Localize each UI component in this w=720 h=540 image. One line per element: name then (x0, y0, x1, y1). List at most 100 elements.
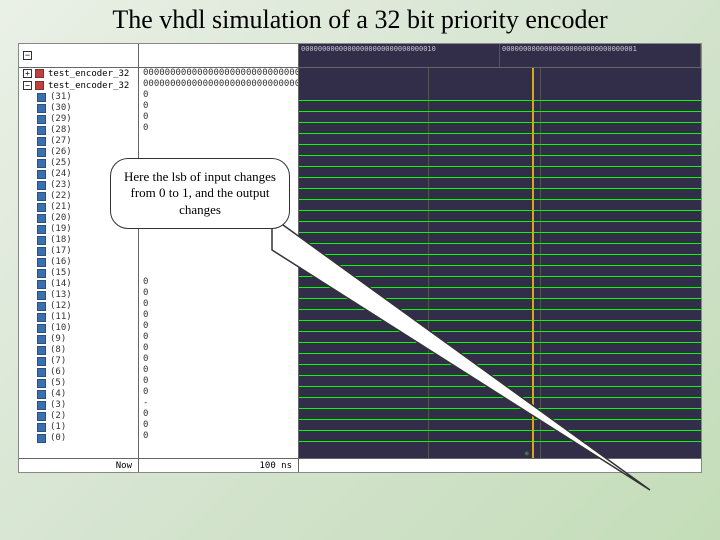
signal-row[interactable]: (0) (19, 433, 138, 444)
signal-icon (37, 346, 46, 355)
expand-icon[interactable]: + (23, 69, 32, 78)
value-cell (139, 134, 298, 145)
tree-header: − (19, 44, 139, 67)
signal-name: (0) (50, 433, 66, 443)
signal-row[interactable]: (7) (19, 356, 138, 367)
signal-name: (25) (50, 158, 72, 168)
signal-row[interactable]: (26) (19, 147, 138, 158)
waveform-trace (299, 111, 701, 112)
signal-icon (37, 313, 46, 322)
waveform-trace (299, 100, 701, 101)
callout-pointer (270, 215, 670, 515)
signal-icon (37, 93, 46, 102)
signal-name: (7) (50, 356, 66, 366)
signal-icon (37, 159, 46, 168)
signal-row[interactable]: (27) (19, 136, 138, 147)
signal-icon (37, 258, 46, 267)
signal-icon (37, 269, 46, 278)
signal-row[interactable]: (12) (19, 301, 138, 312)
signal-icon (37, 302, 46, 311)
collapse-icon[interactable]: − (23, 51, 32, 60)
signal-icon (37, 423, 46, 432)
signal-name: (6) (50, 367, 66, 377)
signal-group[interactable]: +test_encoder_32 (19, 68, 138, 80)
value-cell: 0 (139, 101, 298, 112)
signal-icon (37, 291, 46, 300)
waveform-trace (299, 133, 701, 134)
expand-icon[interactable]: − (23, 81, 32, 90)
signal-row[interactable]: (31) (19, 92, 138, 103)
waveform-trace (299, 188, 701, 189)
signal-name: (19) (50, 224, 72, 234)
signal-row[interactable]: (28) (19, 125, 138, 136)
signal-icon (37, 148, 46, 157)
signal-icon (37, 379, 46, 388)
signal-icon (37, 181, 46, 190)
value-cell: 00000000000000000000000000000100 (139, 79, 298, 90)
signal-name: (28) (50, 125, 72, 135)
signal-name: (9) (50, 334, 66, 344)
bus-icon (35, 69, 44, 78)
signal-name: (14) (50, 279, 72, 289)
waveform-trace (299, 199, 701, 200)
signal-icon (37, 225, 46, 234)
signal-row[interactable]: (18) (19, 235, 138, 246)
value-cell: 0 (139, 90, 298, 101)
signal-name: (26) (50, 147, 72, 157)
signal-name: (3) (50, 400, 66, 410)
waveform-trace (299, 166, 701, 167)
signal-name: (22) (50, 191, 72, 201)
signal-icon (37, 247, 46, 256)
signal-icon (37, 192, 46, 201)
signal-row[interactable]: (5) (19, 378, 138, 389)
header-row: − 00000000000000000000000000000010 00000… (19, 44, 701, 68)
value-cell: 0 (139, 123, 298, 134)
signal-name: (23) (50, 180, 72, 190)
signal-row[interactable]: (10) (19, 323, 138, 334)
signal-row[interactable]: (4) (19, 389, 138, 400)
waveform-trace (299, 122, 701, 123)
signal-icon (37, 170, 46, 179)
value-cell (139, 145, 298, 156)
signal-row[interactable]: (15) (19, 268, 138, 279)
signal-row[interactable]: (3) (19, 400, 138, 411)
signal-name: (16) (50, 257, 72, 267)
waveform-trace (299, 210, 701, 211)
signal-row[interactable]: (29) (19, 114, 138, 125)
signal-group[interactable]: −test_encoder_32 (19, 80, 138, 92)
waveform-trace (299, 177, 701, 178)
value-cell: 00000000000000000000000000000100 (139, 68, 298, 79)
signal-name: (31) (50, 92, 72, 102)
signal-row[interactable]: (17) (19, 246, 138, 257)
signal-row[interactable]: (8) (19, 345, 138, 356)
signal-name: (29) (50, 114, 72, 124)
bus-icon (35, 81, 44, 90)
signal-icon (37, 357, 46, 366)
signal-name: (27) (50, 136, 72, 146)
signal-row[interactable]: (30) (19, 103, 138, 114)
signal-icon (37, 390, 46, 399)
signal-icon (37, 434, 46, 443)
signal-row[interactable]: (16) (19, 257, 138, 268)
value-cell: 0 (139, 112, 298, 123)
ruler-label: Now (19, 459, 139, 472)
signal-row[interactable]: (6) (19, 367, 138, 378)
signal-row[interactable]: (11) (19, 312, 138, 323)
signal-name: (10) (50, 323, 72, 333)
signal-icon (37, 324, 46, 333)
signal-icon (37, 137, 46, 146)
signal-name: (1) (50, 422, 66, 432)
signal-icon (37, 214, 46, 223)
signal-name: (30) (50, 103, 72, 113)
signal-row[interactable]: (1) (19, 422, 138, 433)
signal-row[interactable]: (14) (19, 279, 138, 290)
signal-icon (37, 236, 46, 245)
signal-tree[interactable]: +test_encoder_32 −test_encoder_32 (31)(3… (19, 68, 139, 458)
wave-header-cell: 00000000000000000000000000000001 (500, 44, 701, 67)
signal-icon (37, 280, 46, 289)
signal-name: (5) (50, 378, 66, 388)
signal-row[interactable]: (2) (19, 411, 138, 422)
signal-name: (18) (50, 235, 72, 245)
signal-row[interactable]: (9) (19, 334, 138, 345)
signal-row[interactable]: (13) (19, 290, 138, 301)
